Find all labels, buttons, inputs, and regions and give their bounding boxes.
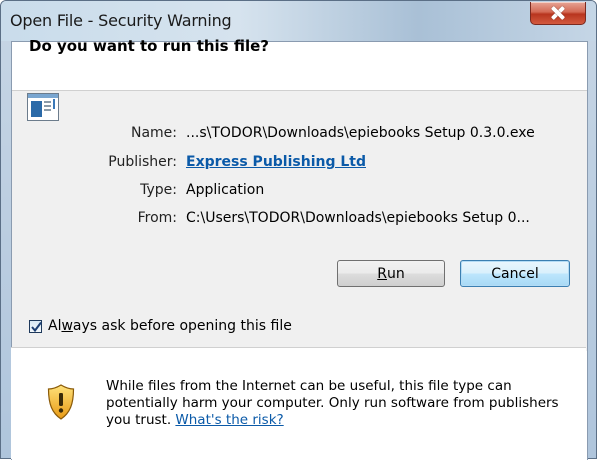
always-ask-label-rest: ays ask before opening this file <box>72 318 292 334</box>
warning-text: While files from the Internet can be use… <box>106 378 566 429</box>
always-ask-row[interactable]: Always ask before opening this file <box>29 318 292 334</box>
always-ask-label-prefix: Al <box>48 318 62 334</box>
cancel-button-label: Cancel <box>491 265 539 282</box>
run-button[interactable]: Run <box>337 260 445 287</box>
run-button-mnemonic: R <box>377 265 387 282</box>
type-value: Application <box>186 182 265 198</box>
name-value: ...s\TODOR\Downloads\epiebooks Setup 0.3… <box>186 125 535 141</box>
application-file-icon <box>27 93 59 121</box>
always-ask-checkbox[interactable] <box>29 319 42 333</box>
publisher-link[interactable]: Express Publishing Ltd <box>186 154 366 170</box>
checkmark-icon <box>31 321 42 332</box>
dialog-question: Do you want to run this file? <box>29 37 269 55</box>
cancel-button[interactable]: Cancel <box>460 260 570 287</box>
warning-body: While files from the Internet can be use… <box>106 378 559 428</box>
close-icon <box>551 6 565 20</box>
from-label: From: <box>137 210 177 226</box>
run-button-rest: un <box>386 265 405 282</box>
always-ask-label-mnemonic: w <box>61 318 73 334</box>
name-label: Name: <box>130 125 177 141</box>
window-title: Open File - Security Warning <box>10 11 232 30</box>
security-shield-icon <box>47 384 75 420</box>
from-value: C:\Users\TODOR\Downloads\epiebooks Setup… <box>186 210 530 226</box>
publisher-label: Publisher: <box>108 154 177 170</box>
whats-the-risk-link[interactable]: What's the risk? <box>175 412 283 428</box>
type-label: Type: <box>140 182 177 198</box>
always-ask-label: Always ask before opening this file <box>48 318 292 334</box>
title-bar[interactable]: Open File - Security Warning <box>1 1 596 41</box>
close-button[interactable] <box>530 2 586 25</box>
